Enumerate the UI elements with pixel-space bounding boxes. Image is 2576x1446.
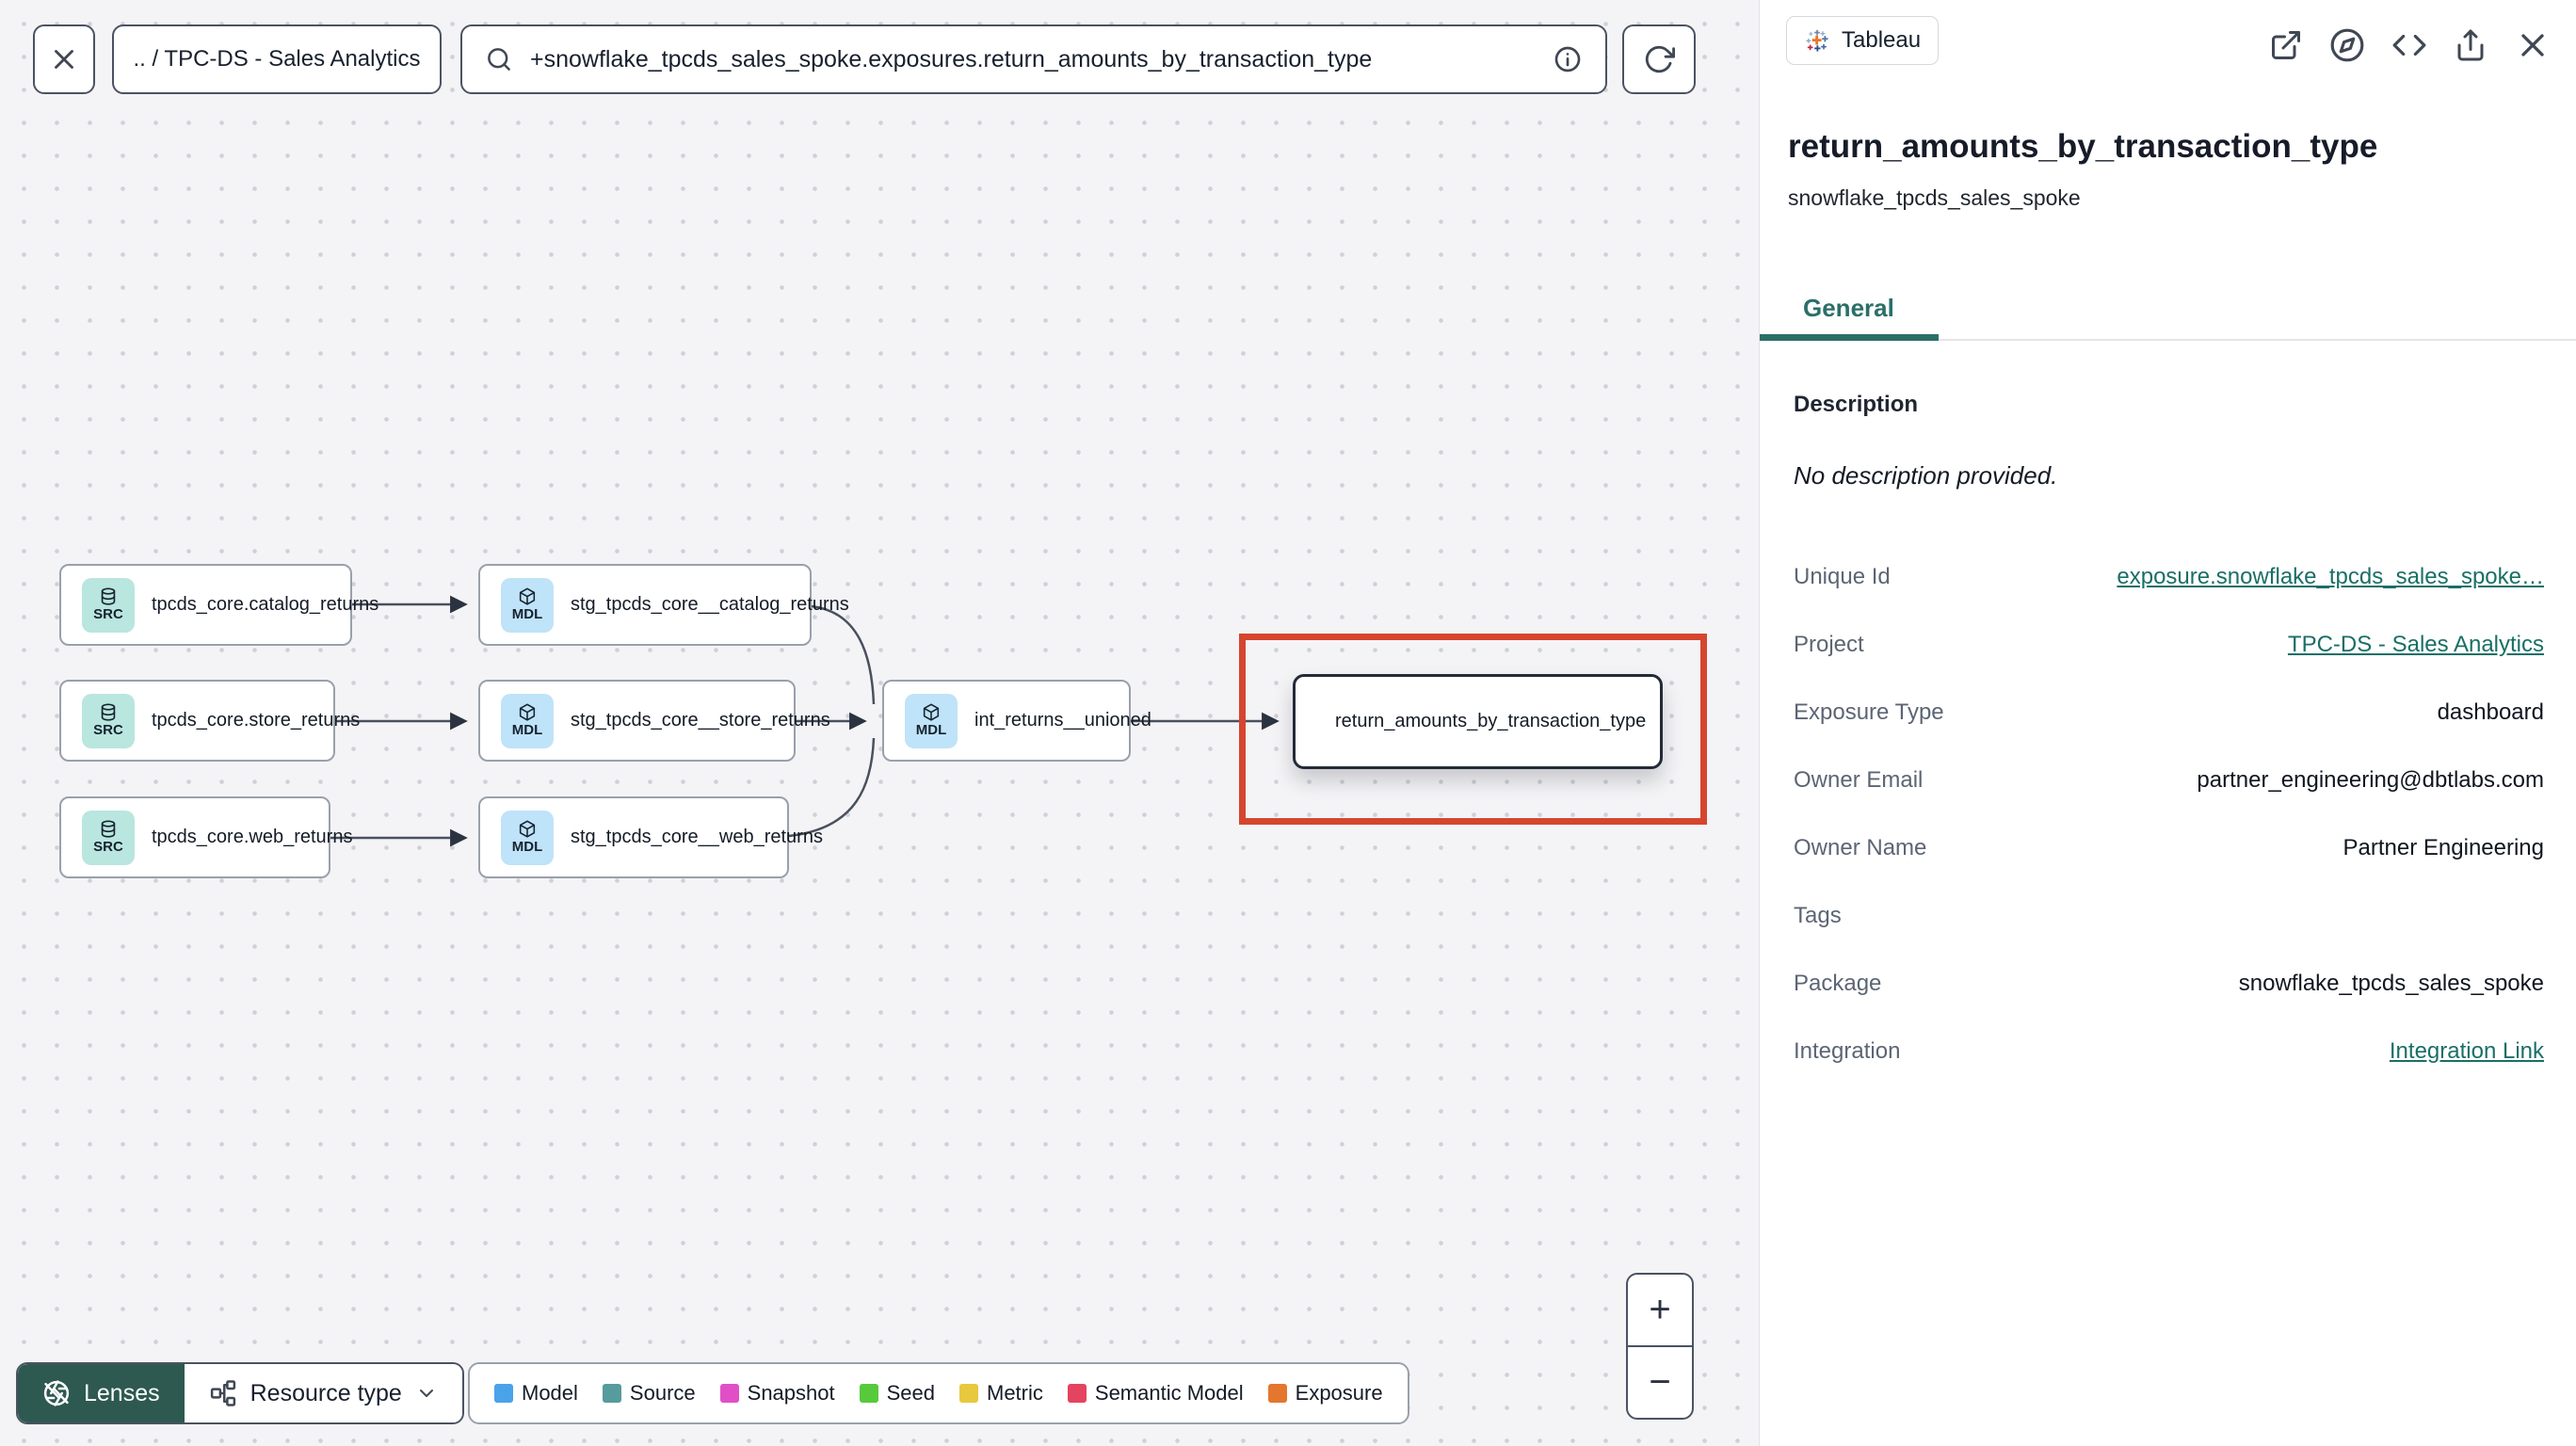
node-stg-tpcds-core-store-returns[interactable]: MDL stg_tpcds_core__store_returns <box>478 680 830 762</box>
tab-general[interactable]: General <box>1803 294 1894 323</box>
badge-label: SRC <box>93 722 123 739</box>
code-icon[interactable] <box>2391 27 2427 63</box>
lenses-button[interactable]: Lenses <box>18 1364 185 1422</box>
tableau-icon <box>1806 29 1828 52</box>
model-badge: MDL <box>501 693 554 748</box>
lineage-canvas[interactable]: .. / TPC-DS - Sales Analytics +snowflake… <box>0 0 1759 1446</box>
package-value: snowflake_tpcds_sales_spoke <box>2238 971 2544 996</box>
legend-item-semantic-model: Semantic Model <box>1067 1381 1244 1406</box>
node-tpcds-core-catalog-returns[interactable]: SRC tpcds_core.catalog_returns <box>59 564 378 646</box>
badge-label: SRC <box>93 606 123 623</box>
sitemap-icon <box>210 1380 235 1406</box>
model-badge: MDL <box>501 577 554 633</box>
semantic-model-swatch <box>1067 1384 1087 1403</box>
node-tpcds-core-store-returns[interactable]: SRC tpcds_core.store_returns <box>59 680 360 762</box>
badge-label: MDL <box>511 839 543 856</box>
node-stg-tpcds-core-catalog-returns[interactable]: MDL stg_tpcds_core__catalog_returns <box>478 564 849 646</box>
filter-bar: Lenses Resource type <box>16 1362 464 1424</box>
cube-icon <box>519 703 536 721</box>
node-label: int_returns__unioned <box>974 710 1151 731</box>
zoom-control: + − <box>1626 1273 1694 1420</box>
resource-type-label: Resource type <box>250 1379 402 1406</box>
legend-item-exposure: Exposure <box>1267 1381 1383 1406</box>
resource-type-dropdown[interactable]: Resource type <box>184 1364 462 1422</box>
legend-item-seed: Seed <box>859 1381 935 1406</box>
node-label: stg_tpcds_core__catalog_returns <box>571 594 849 615</box>
field-row-owner-email: Owner Email partner_engineering@dbtlabs.… <box>1794 767 2544 793</box>
chevron-down-icon <box>419 1390 433 1397</box>
active-tab-indicator <box>1760 334 1939 341</box>
node-label: tpcds_core.store_returns <box>152 710 361 731</box>
zoom-out-button[interactable]: − <box>1628 1347 1692 1418</box>
node-return-amounts-by-transaction-type[interactable]: return_amounts_by_transaction_type <box>1293 674 1663 769</box>
model-swatch <box>494 1384 513 1403</box>
node-label: tpcds_core.catalog_returns <box>152 594 379 615</box>
badge-label: MDL <box>915 722 947 739</box>
field-row-project: Project TPC-DS - Sales Analytics <box>1794 632 2544 658</box>
external-link-icon[interactable] <box>2269 28 2303 62</box>
seed-swatch <box>859 1384 878 1403</box>
field-row-unique-id: Unique Id exposure.snowflake_tpcds_sales… <box>1794 564 2544 590</box>
metric-swatch <box>959 1384 978 1403</box>
minus-icon: − <box>1649 1361 1671 1403</box>
node-stg-tpcds-core-web-returns[interactable]: MDL stg_tpcds_core__web_returns <box>478 796 823 878</box>
node-tpcds-core-web-returns[interactable]: SRC tpcds_core.web_returns <box>59 796 352 878</box>
legend: Model Source Snapshot Seed Metric Semant… <box>468 1362 1409 1424</box>
legend-item-source: Source <box>602 1381 696 1406</box>
field-row-tags: Tags <box>1794 903 1842 928</box>
close-icon[interactable] <box>2514 26 2552 64</box>
model-badge: MDL <box>905 693 958 748</box>
node-int-returns-unioned[interactable]: MDL int_returns__unioned <box>882 680 1151 762</box>
model-badge: MDL <box>501 810 554 865</box>
page-subtitle: snowflake_tpcds_sales_spoke <box>1788 185 2081 210</box>
legend-item-snapshot: Snapshot <box>719 1381 835 1406</box>
owner-name-value: Partner Engineering <box>2343 835 2544 860</box>
node-label: stg_tpcds_core__store_returns <box>571 710 830 731</box>
cube-icon <box>519 820 536 838</box>
plus-icon: + <box>1649 1289 1671 1330</box>
description-header: Description <box>1794 392 1919 417</box>
lenses-label: Lenses <box>84 1379 160 1406</box>
field-row-integration: Integration Integration Link <box>1794 1038 2544 1065</box>
source-badge: SRC <box>82 693 135 748</box>
panel-actions <box>2269 26 2552 64</box>
badge-label: MDL <box>511 606 543 623</box>
compass-icon[interactable] <box>2329 27 2365 63</box>
integration-chip: Tableau <box>1786 16 1940 65</box>
exposure-swatch <box>1267 1384 1287 1403</box>
database-icon <box>101 587 116 605</box>
source-badge: SRC <box>82 810 135 865</box>
cube-icon <box>923 703 940 721</box>
badge-label: MDL <box>511 722 543 739</box>
node-label: stg_tpcds_core__web_returns <box>571 827 823 847</box>
share-icon[interactable] <box>2454 28 2487 62</box>
badge-label: SRC <box>93 839 123 856</box>
field-row-exposure-type: Exposure Type dashboard <box>1794 699 2544 725</box>
page-title: return_amounts_by_transaction_type <box>1788 128 2378 165</box>
project-link[interactable]: TPC-DS - Sales Analytics <box>2288 632 2544 658</box>
snapshot-swatch <box>719 1384 739 1403</box>
database-icon <box>101 703 116 721</box>
legend-item-metric: Metric <box>959 1381 1043 1406</box>
node-label: return_amounts_by_transaction_type <box>1335 711 1647 731</box>
source-swatch <box>602 1384 621 1403</box>
description-empty-text: No description provided. <box>1794 461 2058 490</box>
exposure-type-value: dashboard <box>2437 699 2544 725</box>
integration-chip-label: Tableau <box>1842 27 1922 53</box>
lens-icon <box>43 1380 70 1406</box>
database-icon <box>101 820 116 838</box>
details-panel: Tableau return_amounts_by_transaction_ty… <box>1759 0 2576 1446</box>
node-label: tpcds_core.web_returns <box>152 827 353 847</box>
integration-link[interactable]: Integration Link <box>2390 1038 2544 1065</box>
field-row-package: Package snowflake_tpcds_sales_spoke <box>1794 971 2544 996</box>
legend-item-model: Model <box>494 1381 578 1406</box>
general-details: Description No description provided. Uni… <box>1794 392 2544 1085</box>
source-badge: SRC <box>82 577 135 633</box>
zoom-in-button[interactable]: + <box>1628 1275 1692 1347</box>
cube-icon <box>519 587 536 605</box>
field-row-owner-name: Owner Name Partner Engineering <box>1794 835 2544 860</box>
unique-id-link[interactable]: exposure.snowflake_tpcds_sales_spoke… <box>2117 564 2544 590</box>
owner-email-value: partner_engineering@dbtlabs.com <box>2197 767 2544 793</box>
